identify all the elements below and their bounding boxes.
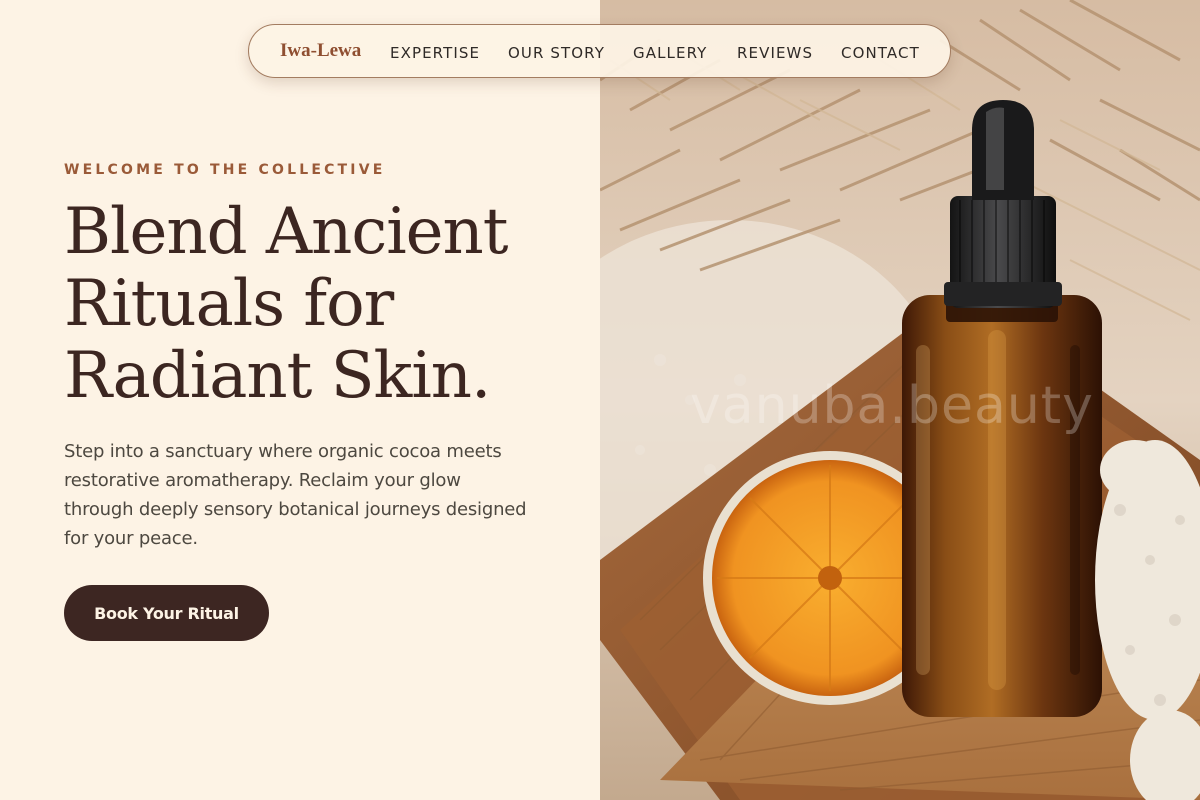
hero-description: Step into a sanctuary where organic coco… xyxy=(64,441,527,549)
brand-logo[interactable]: Iwa-Lewa xyxy=(280,40,361,62)
nav-link-contact[interactable]: CONTACT xyxy=(841,44,920,62)
headline-line: Blend Ancient xyxy=(64,195,508,269)
headline-line: Radiant Skin. xyxy=(64,339,491,413)
hero-headline: Blend Ancient Rituals for Radiant Skin. xyxy=(64,196,584,412)
hero-text-panel: WELCOME TO THE COLLECTIVE Blend Ancient … xyxy=(0,0,600,800)
book-ritual-button[interactable]: Book Your Ritual xyxy=(64,585,269,641)
top-navigation: Iwa-Lewa EXPERTISE OUR STORY GALLERY REV… xyxy=(248,24,951,78)
hero-eyebrow: WELCOME TO THE COLLECTIVE xyxy=(64,162,386,178)
nav-link-reviews[interactable]: REVIEWS xyxy=(737,44,813,62)
headline-line: Rituals for xyxy=(64,267,394,341)
nav-link-our-story[interactable]: OUR STORY xyxy=(508,44,605,62)
image-watermark: vanuba.beauty xyxy=(690,376,1094,436)
nav-link-gallery[interactable]: GALLERY xyxy=(633,44,707,62)
nav-link-expertise[interactable]: EXPERTISE xyxy=(390,44,480,62)
